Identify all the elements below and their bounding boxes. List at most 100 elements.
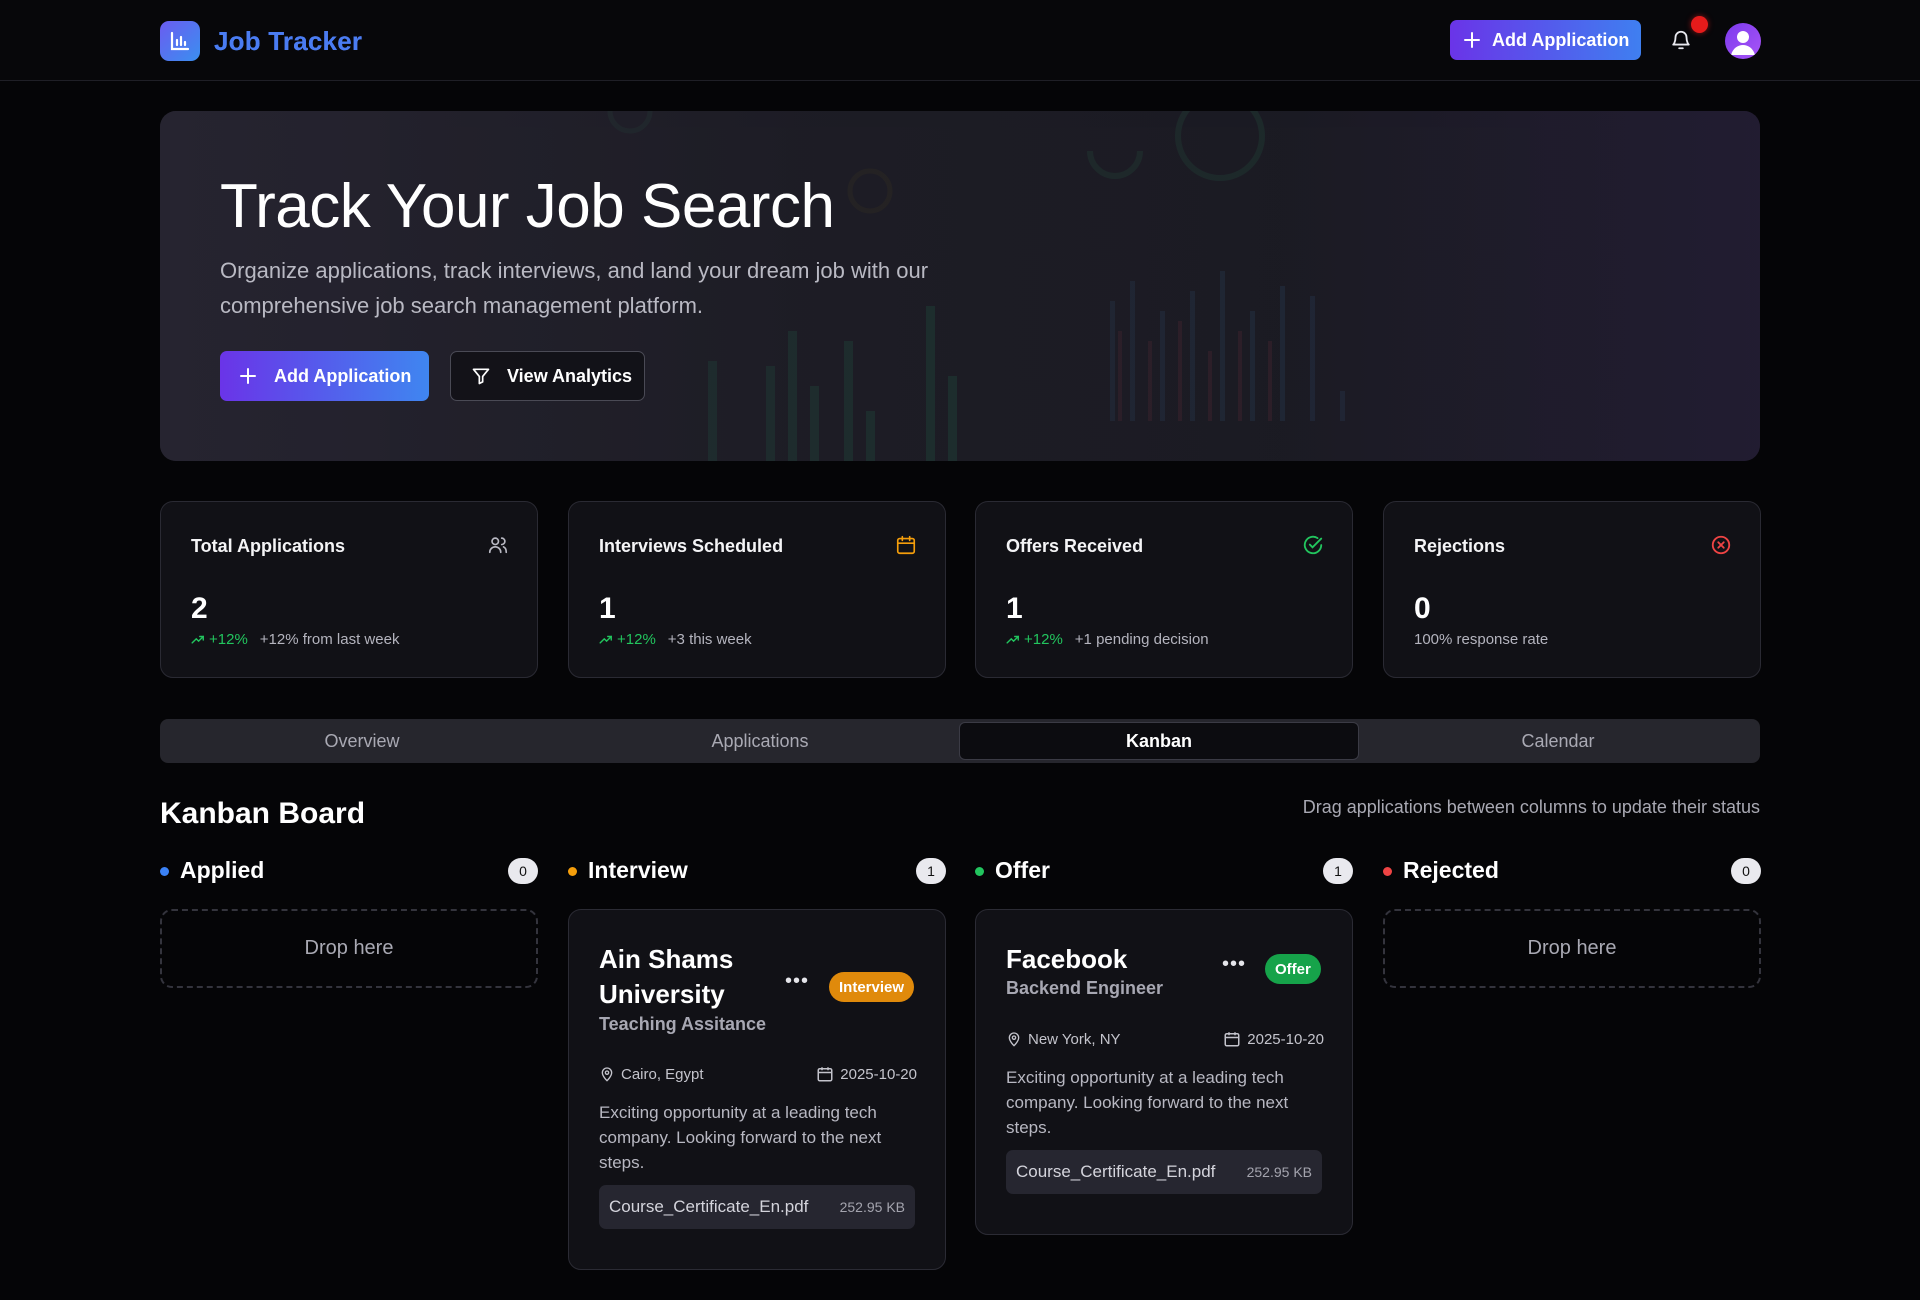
user-icon [1731,31,1755,55]
brand[interactable]: Job Tracker [160,21,362,61]
application-card-facebook[interactable]: Facebook Backend Engineer ••• Offer New … [975,909,1353,1235]
stat-note: 100% response rate [1414,631,1549,648]
trending-up-icon [191,635,204,644]
card-location-text: Cairo, Egypt [621,1065,704,1083]
drop-zone-rejected[interactable]: Drop here [1383,909,1761,988]
column-header-offer: Offer 1 [975,857,1353,887]
calendar-icon [817,1067,833,1082]
filter-icon [472,368,490,385]
status-badge: Offer [1265,954,1321,984]
card-company: Facebook [1006,944,1128,974]
calendar-icon [1224,1032,1240,1047]
trend: +12% [599,631,656,648]
app-name: Job Tracker [214,25,363,56]
column-name: Rejected [1403,857,1499,883]
more-options-icon[interactable]: ••• [1222,953,1246,976]
stat-title: Total Applications [191,536,346,556]
stat-card-total-applications: Total Applications 2 +12% +12% from last… [160,501,538,678]
drop-zone-applied[interactable]: Drop here [160,909,538,988]
card-meta: New York, NY 2025-10-20 [1006,1030,1324,1052]
bar-chart-icon [160,21,200,61]
stat-value: 1 [599,592,616,625]
status-dot [975,867,984,876]
status-badge: Interview [829,972,915,1002]
status-dot [568,867,577,876]
card-role: Backend Engineer [1006,978,1164,998]
trending-up-icon [599,635,612,644]
stat-note: +1 pending decision [1074,631,1209,648]
card-date: 2025-10-20 [816,1065,917,1083]
file-size: 252.95 KB [1246,1164,1312,1180]
file-name: Course_Certificate_En.pdf [1016,1162,1216,1181]
column-name: Interview [588,857,688,883]
card-role: Teaching Assitance [599,1014,767,1034]
hero-add-application-button[interactable]: Add Application [220,351,429,401]
stat-footer: +12% +1 pending decision [1006,631,1209,648]
tab-overview[interactable]: Overview [163,722,561,760]
stat-card-offers-received: Offers Received 1 +12% +1 pending decisi… [975,501,1353,678]
stat-card-rejections: Rejections 0 100% response rate [1383,501,1761,678]
top-bar: Job Tracker Add Application [0,0,1920,81]
add-application-button[interactable]: Add Application [1450,20,1641,60]
hero-add-application-label: Add Application [274,365,412,386]
card-date: 2025-10-20 [1223,1030,1324,1048]
hero-banner: Track Your Job Search Organize applicati… [160,111,1760,461]
stat-title: Offers Received [1006,536,1144,556]
map-pin-icon [601,1067,613,1082]
file-name: Course_Certificate_En.pdf [609,1197,809,1216]
stat-footer: 100% response rate [1414,631,1548,648]
stat-note: +3 this week [667,631,752,648]
column-count: 1 [916,858,946,884]
card-company: Ain Shams University [599,942,733,1012]
column-count: 1 [1323,858,1353,884]
view-analytics-label: View Analytics [507,365,633,386]
kanban-hint: Drag applications between columns to upd… [1302,797,1760,817]
stat-value: 0 [1414,592,1431,625]
stat-note: +12% from last week [259,631,400,648]
kanban-title: Kanban Board [160,797,366,830]
avatar[interactable] [1725,23,1761,59]
check-circle-icon [1303,535,1323,555]
attachment-file[interactable]: Course_Certificate_En.pdf 252.95 KB [1006,1150,1322,1194]
calendar-icon [896,535,916,555]
trend-value: +12% [1024,631,1063,648]
view-analytics-button[interactable]: View Analytics [450,351,645,401]
column-count: 0 [1731,858,1761,884]
column-header-rejected: Rejected 0 [1383,857,1761,887]
card-company-line2: University [599,979,725,1009]
view-tabs: Overview Applications Kanban Calendar [160,719,1760,763]
column-name: Applied [180,857,265,883]
status-dot [1383,867,1392,876]
card-company-line1: Ain Shams [599,944,734,974]
application-card-ain-shams[interactable]: Ain Shams University Teaching Assitance … [568,909,946,1270]
hero-title: Track Your Job Search [220,172,835,241]
plus-icon [240,368,256,384]
x-circle-icon [1711,535,1731,555]
card-description: Exciting opportunity at a leading tech c… [1006,1068,1289,1137]
card-location-text: New York, NY [1028,1030,1121,1048]
card-description: Exciting opportunity at a leading tech c… [599,1103,882,1172]
stat-footer: +12% +3 this week [599,631,752,648]
column-name: Offer [995,857,1050,883]
card-meta: Cairo, Egypt 2025-10-20 [599,1065,917,1087]
status-dot [160,867,169,876]
more-options-icon[interactable]: ••• [785,970,809,993]
attachment-file[interactable]: Course_Certificate_En.pdf 252.95 KB [599,1185,915,1229]
trend: +12% [1006,631,1063,648]
file-size: 252.95 KB [839,1199,905,1215]
map-pin-icon [1008,1032,1020,1047]
tab-applications[interactable]: Applications [561,722,959,760]
card-date-text: 2025-10-20 [1247,1030,1324,1048]
card-date-text: 2025-10-20 [840,1065,917,1083]
add-application-label: Add Application [1492,29,1630,50]
tab-calendar[interactable]: Calendar [1359,722,1757,760]
stat-title: Interviews Scheduled [599,536,784,556]
users-icon [488,537,508,554]
trend: +12% [191,631,248,648]
trend-value: +12% [617,631,656,648]
plus-icon [1464,32,1480,48]
column-header-applied: Applied 0 [160,857,538,887]
stat-footer: +12% +12% from last week [191,631,399,648]
tab-kanban[interactable]: Kanban [959,722,1359,760]
column-header-interview: Interview 1 [568,857,946,887]
